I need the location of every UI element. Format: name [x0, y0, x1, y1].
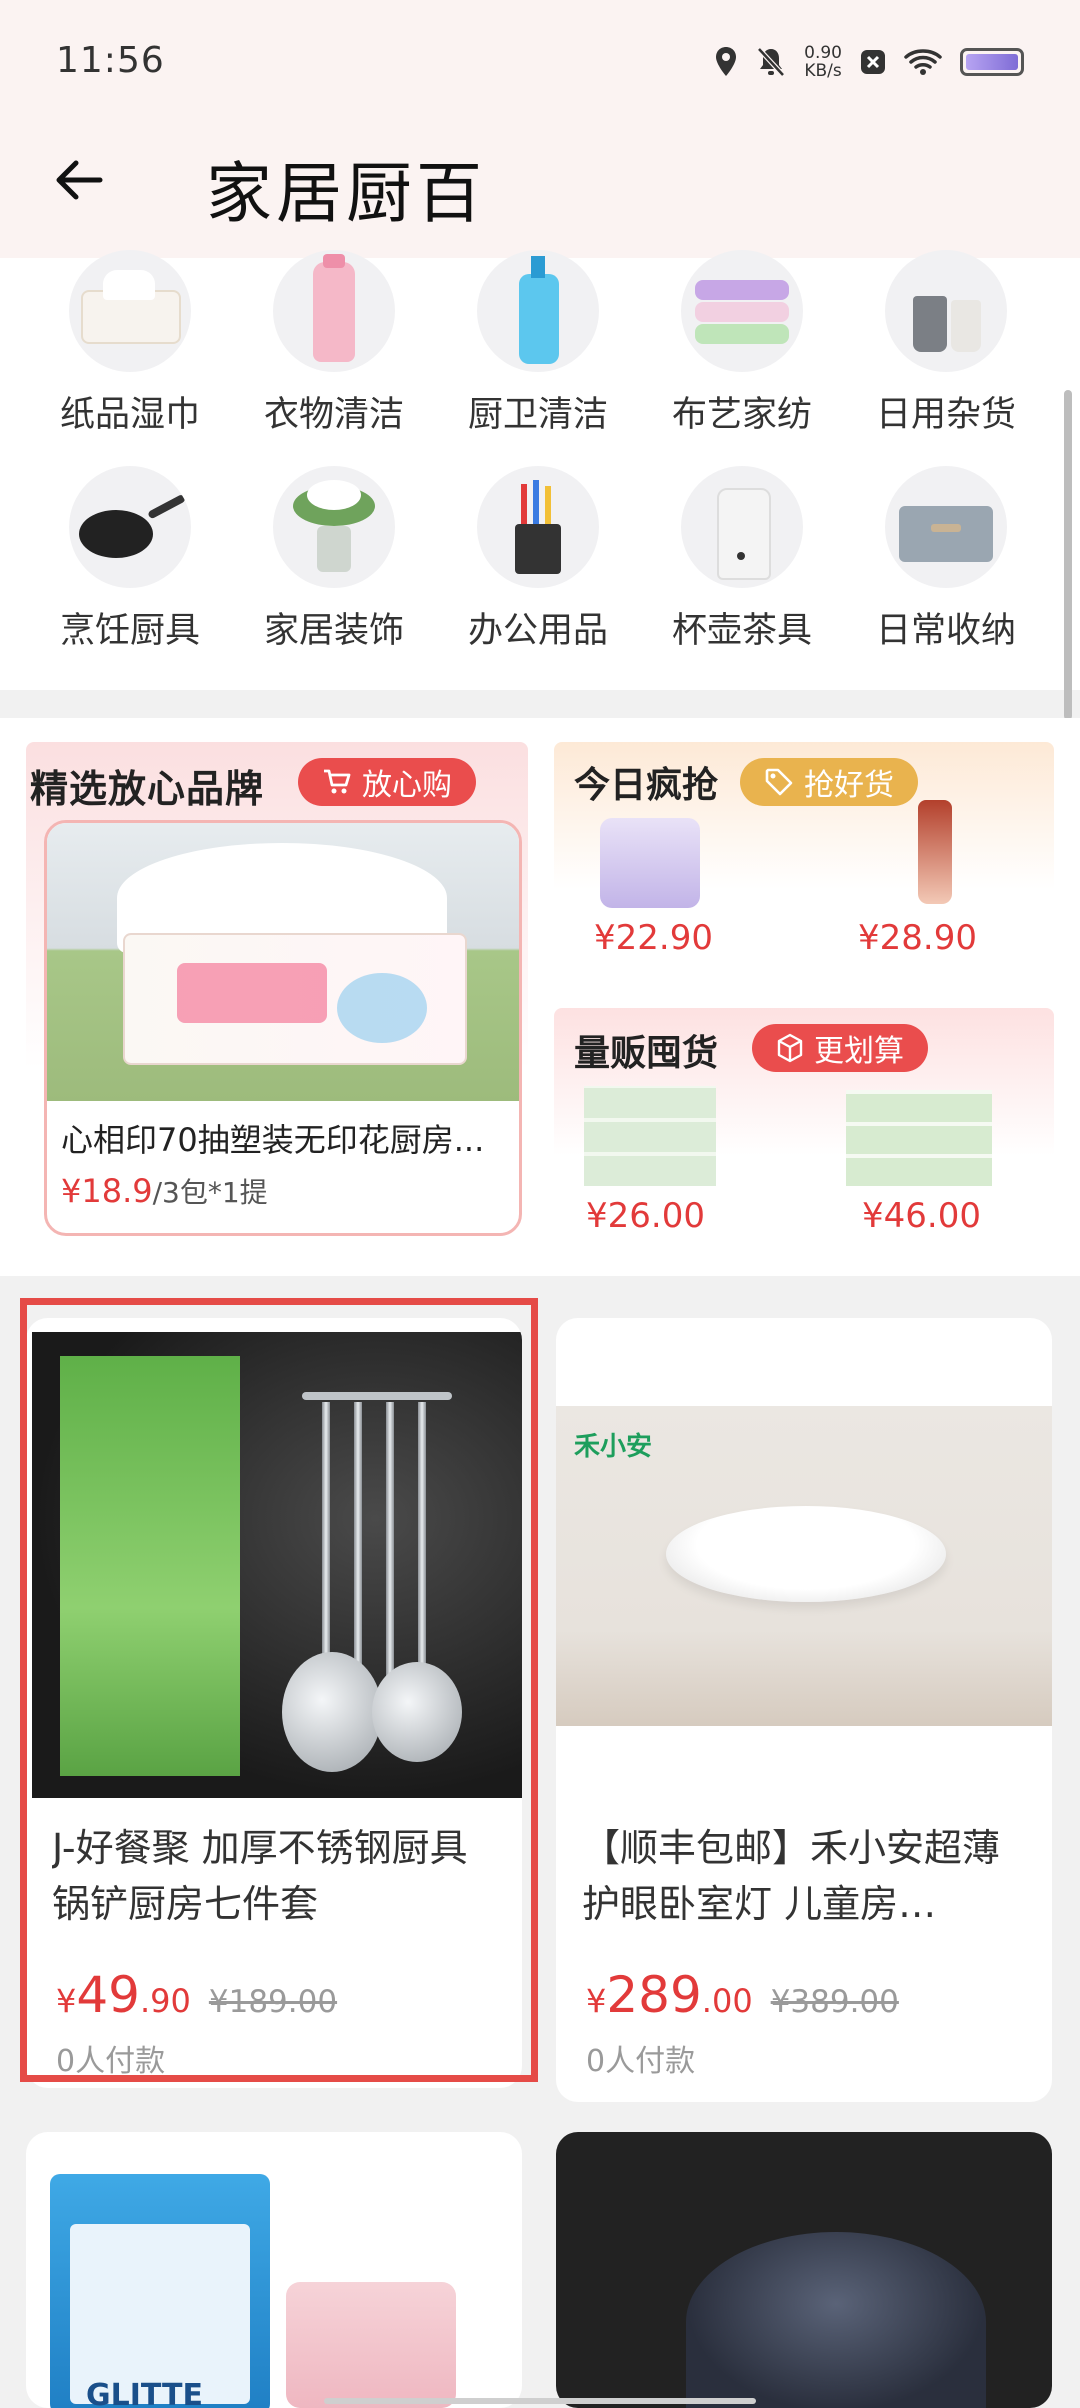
network-speed-unit: KB/s: [804, 61, 842, 81]
notification-icon: [861, 50, 885, 74]
product-image-pillow: [686, 2232, 986, 2408]
category-teaware[interactable]: 杯壶茶具: [642, 466, 842, 653]
network-speed-value: 0.90: [804, 43, 842, 63]
category-decor[interactable]: 家居装饰: [234, 466, 434, 653]
cart-icon: [324, 769, 351, 794]
category-storage[interactable]: 日常收纳: [846, 466, 1046, 653]
brand-price-unit: /3包*1提: [152, 1176, 268, 1209]
bulk-section-title: 量贩囤货: [574, 1033, 719, 1074]
today-badge[interactable]: 抢好货: [740, 758, 918, 806]
pen-holder-icon: [477, 466, 599, 588]
frying-pan-icon: [69, 466, 191, 588]
brand-badge-label: 放心购: [362, 768, 452, 803]
currency-symbol: ¥: [586, 1982, 607, 2020]
product-title: 【顺丰包邮】禾小安超薄护眼卧室灯 儿童房…: [582, 1826, 1001, 1926]
battery-icon: [960, 48, 1024, 76]
category-label: 衣物清洁: [263, 395, 404, 435]
category-label: 办公用品: [467, 611, 608, 651]
price-integer: 289: [606, 1966, 702, 2024]
brand-product-card[interactable]: 心相印70抽塑装无印花厨房... ¥18.9/3包*1提: [44, 820, 522, 1236]
category-label: 烹饪厨具: [59, 611, 200, 651]
cups-icon: [885, 250, 1007, 372]
category-office[interactable]: 办公用品: [438, 466, 638, 653]
category-label: 厨卫清洁: [467, 395, 608, 435]
brand-logo: 禾小安: [574, 1432, 653, 1462]
category-bath-clean[interactable]: 厨卫清洁: [438, 250, 638, 437]
brand-badge[interactable]: 放心购: [298, 758, 476, 806]
bulk-badge[interactable]: 更划算: [752, 1024, 928, 1072]
product-title: J-好餐聚 加厚不锈钢厨具锅铲厨房七件套: [52, 1826, 468, 1926]
kettle-icon: [681, 466, 803, 588]
product-brand-text: GLITTE: [86, 2378, 204, 2408]
bulk-price-1: ¥26.00: [586, 1196, 705, 1236]
product-card[interactable]: GLITTE: [26, 2132, 522, 2408]
category-label: 家居装饰: [263, 611, 404, 651]
cosmetics-image: [286, 2282, 456, 2408]
product-card[interactable]: [556, 2132, 1052, 2408]
page-title: 家居厨百: [206, 155, 486, 232]
tissue-icon: [69, 250, 191, 372]
wifi-icon: [904, 49, 942, 75]
category-textiles[interactable]: 布艺家纺: [642, 250, 842, 437]
tissue-pack-image: [584, 1086, 716, 1186]
top-bar: 11:56 0.90 KB/s 家居厨百: [0, 0, 1080, 258]
category-label: 布艺家纺: [671, 395, 812, 435]
laundry-pods-image: [600, 818, 700, 908]
back-arrow-icon[interactable]: [50, 150, 110, 210]
price-integer: 49: [76, 1966, 140, 2024]
today-badge-label: 抢好货: [804, 768, 894, 803]
product-image-kitchen-set: [32, 1332, 522, 1798]
category-laundry[interactable]: 衣物清洁: [234, 250, 434, 437]
brand-section-title: 精选放心品牌: [30, 767, 265, 811]
product-image-bag: GLITTE: [50, 2174, 270, 2408]
category-daily-goods[interactable]: 日用杂货: [846, 250, 1046, 437]
brand-product-name: 心相印70抽塑装无印花厨房...: [61, 1121, 485, 1159]
brand-price-value: ¥18.9: [61, 1172, 153, 1210]
today-price-1: ¥22.90: [594, 918, 713, 958]
lotion-bottle-image: [918, 800, 952, 904]
price-decimal: .00: [701, 1982, 753, 2020]
today-section-title: 今日疯抢: [574, 765, 719, 806]
towels-icon: [681, 250, 803, 372]
category-cookware[interactable]: 烹饪厨具: [30, 466, 230, 653]
home-indicator[interactable]: [324, 2398, 756, 2404]
category-grid: 纸品湿巾 衣物清洁 厨卫清洁 布艺家纺 日用杂货 烹饪厨具 家居装饰 办公用品 …: [0, 250, 1080, 690]
product-price: ¥49.90 ¥189.00: [56, 1966, 337, 2024]
bulk-price-2: ¥46.00: [862, 1196, 981, 1236]
category-label: 日常收纳: [875, 611, 1016, 651]
product-card[interactable]: 禾小安 【顺丰包邮】禾小安超薄护眼卧室灯 儿童房… ¥289.00 ¥389.00…: [556, 1318, 1052, 2102]
detergent-bottle-icon: [273, 250, 395, 372]
status-icons: 0.90 KB/s: [714, 40, 1024, 84]
paid-count: 0人付款: [56, 2044, 166, 2079]
status-time: 11:56: [56, 40, 165, 81]
location-icon: [716, 47, 737, 76]
cleaner-bottle-icon: [477, 250, 599, 372]
bulk-badge-label: 更划算: [814, 1034, 904, 1069]
currency-symbol: ¥: [56, 1982, 77, 2020]
storage-box-icon: [885, 466, 1007, 588]
category-label: 日用杂货: [875, 395, 1016, 435]
network-speed: 0.90 KB/s: [804, 44, 842, 80]
flower-vase-icon: [273, 466, 395, 588]
scrollbar[interactable]: [1064, 390, 1072, 720]
paid-count: 0人付款: [586, 2044, 696, 2079]
original-price: ¥389.00: [770, 1984, 899, 2020]
box-icon: [777, 1033, 803, 1063]
original-price: ¥189.00: [208, 1984, 338, 2020]
green-box-image: [60, 1356, 240, 1776]
category-paper[interactable]: 纸品湿巾: [30, 250, 230, 437]
product-price: ¥289.00 ¥389.00: [586, 1966, 899, 2024]
today-price-2: ¥28.90: [858, 918, 977, 958]
tissue-box-image: [47, 823, 519, 1101]
price-decimal: .90: [139, 1982, 191, 2020]
product-image-ceiling-light: 禾小安: [556, 1406, 1052, 1726]
mute-bell-icon: [757, 47, 785, 77]
tissue-box-bulk-image: [846, 1090, 992, 1186]
tag-icon: [765, 768, 793, 796]
category-label: 纸品湿巾: [59, 395, 200, 435]
category-label: 杯壶茶具: [671, 611, 812, 651]
product-card[interactable]: J-好餐聚 加厚不锈钢厨具锅铲厨房七件套 ¥49.90 ¥189.00 0人付款: [26, 1318, 522, 2088]
brand-product-price: ¥18.9/3包*1提: [61, 1171, 268, 1211]
